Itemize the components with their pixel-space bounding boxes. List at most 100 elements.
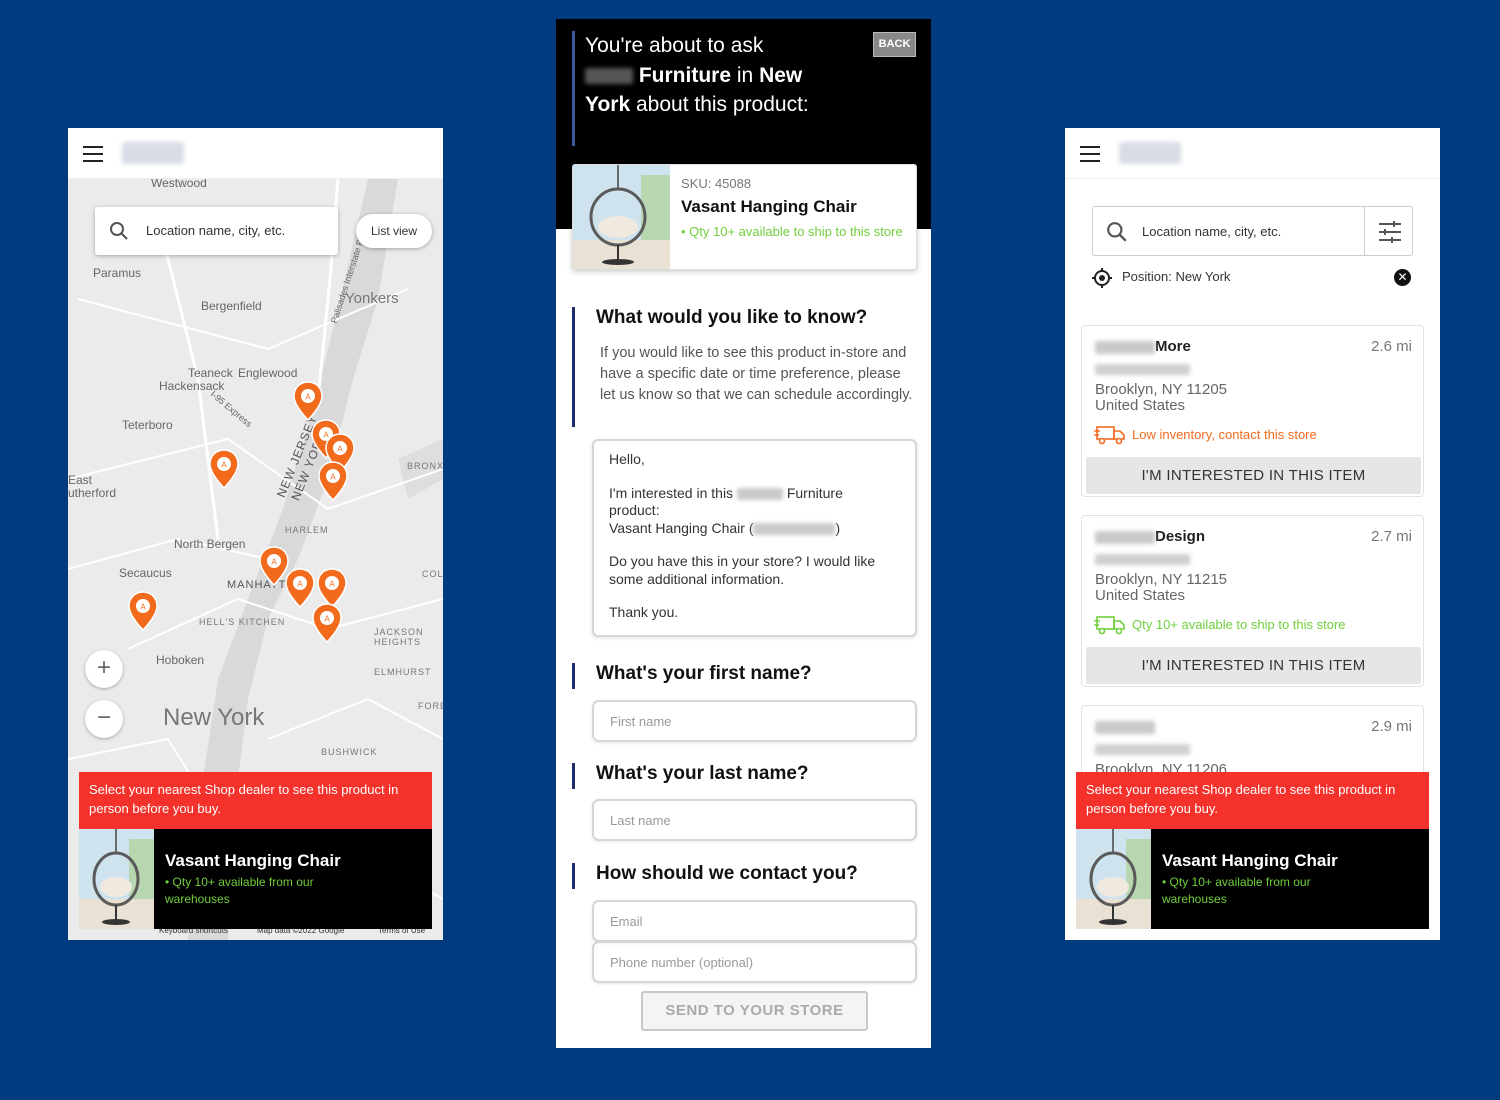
product-thumbnail — [79, 829, 154, 929]
message-line-3: Do you have this in your store? I would … — [609, 553, 876, 587]
delivery-truck-icon — [1094, 616, 1125, 635]
map-label: North Bergen — [174, 537, 246, 551]
svg-text:A: A — [271, 558, 277, 567]
map-screen: Westwood Paramus Bergenfield Yonkers Tea… — [68, 128, 443, 940]
product-banner[interactable]: Vasant Hanging Chair • Qty 10+ available… — [79, 829, 432, 929]
map-label: Paramus — [93, 266, 142, 280]
store-brand: Furniture — [638, 63, 732, 87]
store-pin-icon[interactable]: A — [312, 603, 342, 644]
map-label: HARLEM — [285, 525, 329, 535]
map-label: Secaucus — [119, 566, 172, 580]
store-card[interactable]: More 2.6 mi Brooklyn, NY 11205 United State… — [1081, 325, 1424, 497]
store-pin-icon[interactable]: A — [317, 568, 347, 609]
map-label: East utherford — [68, 473, 117, 500]
map-label: COL — [422, 569, 443, 579]
top-bar — [1065, 128, 1440, 179]
inquiry-form-screen: You're about to ask Furniture in New Yor… — [556, 19, 931, 1048]
map-label: Westwood — [151, 179, 207, 190]
message-text: product: — [609, 502, 660, 518]
list-view-button[interactable]: List view — [356, 214, 432, 248]
brand-logo[interactable] — [122, 142, 184, 164]
interested-button[interactable]: I'M INTERESTED IN THIS ITEM — [1086, 647, 1421, 684]
section-bar — [572, 307, 575, 427]
redacted-brand — [736, 487, 783, 500]
availability-text: • Qty 10+ available to ship to this stor… — [681, 224, 903, 239]
accent-bar — [572, 31, 575, 146]
redacted-street-address — [1095, 554, 1190, 565]
message-text: ) — [835, 519, 841, 536]
availability-text: • Qty 10+ available from our warehouses — [165, 875, 314, 906]
map-search-field[interactable]: Location name, city, etc. — [95, 207, 338, 255]
message-text: Furniture — [786, 484, 843, 501]
store-distance: 2.7 mi — [1371, 528, 1412, 545]
map-label: BUSHWICK — [321, 747, 378, 757]
brand-logo[interactable] — [1119, 142, 1181, 164]
search-icon — [1107, 222, 1127, 242]
store-pin-icon[interactable]: A — [285, 568, 315, 609]
map-label: Bergenfield — [201, 299, 262, 313]
svg-text:A: A — [221, 461, 227, 470]
map-label: ELMHURST — [374, 667, 432, 677]
redacted-store-name — [1095, 530, 1155, 544]
section-bar — [572, 663, 575, 689]
question-help-text: If you would like to see this product in… — [600, 345, 913, 403]
store-distance: 2.9 mi — [1371, 718, 1412, 735]
section-bar — [572, 763, 575, 789]
availability-text: • Qty 10+ available from our warehouses — [1162, 875, 1311, 906]
search-placeholder: Location name, city, etc. — [1142, 224, 1282, 239]
product-sku: SKU: 45088 — [681, 176, 752, 191]
product-card: SKU: 45088 Vasant Hanging Chair • Qty 10… — [572, 164, 917, 270]
redacted-store-name — [1095, 720, 1155, 734]
store-search-field[interactable]: Location name, city, etc. — [1092, 206, 1413, 256]
filter-sliders-icon[interactable] — [1377, 220, 1403, 244]
svg-text:A: A — [324, 615, 330, 624]
store-pin-icon[interactable]: A — [128, 591, 158, 632]
location-target-icon — [1092, 268, 1112, 288]
map-label: HELL'S KITCHEN — [199, 617, 286, 627]
store-city: Brooklyn, NY 11205 United States — [1095, 382, 1227, 414]
hamburger-menu-icon[interactable] — [1080, 146, 1100, 162]
map-label: JACKSON HEIGHTS — [374, 627, 424, 647]
map-label: Teterboro — [122, 418, 173, 432]
svg-text:A: A — [330, 473, 336, 482]
ask-heading: You're about to ask Furniture in New Yor… — [585, 31, 845, 120]
dealer-banner-message: Select your nearest Shop dealer to see t… — [79, 772, 432, 829]
svg-text:A: A — [297, 580, 303, 589]
message-thanks: Thank you. — [609, 604, 679, 620]
store-pin-icon[interactable]: A — [293, 381, 323, 422]
store-name: More — [1095, 338, 1191, 355]
store-name-text: More — [1155, 338, 1191, 355]
message-textarea[interactable]: Hello, I'm interested in this Furniture p… — [592, 439, 917, 637]
first-name-input[interactable]: First name — [592, 700, 917, 742]
message-line-2: Vasant Hanging Chair () — [609, 520, 900, 538]
search-placeholder: Location name, city, etc. — [146, 223, 286, 238]
svg-text:A: A — [337, 445, 343, 454]
interested-button[interactable]: I'M INTERESTED IN THIS ITEM — [1086, 457, 1421, 494]
question-last-section: What's your last name? — [572, 763, 917, 793]
map-label: FORE — [418, 701, 443, 711]
back-button[interactable]: BACK — [873, 32, 916, 57]
question-heading: How should we contact you? — [596, 863, 858, 884]
send-to-store-button[interactable]: SEND TO YOUR STORE — [641, 991, 868, 1031]
store-pin-icon[interactable]: A — [209, 449, 239, 490]
last-name-input[interactable]: Last name — [592, 799, 917, 841]
map-label: Yonkers — [345, 290, 399, 307]
zoom-out-button[interactable]: − — [85, 700, 123, 738]
email-input[interactable]: Email — [592, 900, 917, 942]
hamburger-menu-icon[interactable] — [83, 146, 103, 162]
zoom-in-button[interactable]: + — [85, 650, 123, 688]
store-pin-icon[interactable]: A — [318, 461, 348, 502]
search-icon — [110, 222, 128, 240]
section-bar — [572, 863, 575, 889]
store-inventory-status: Qty 10+ available to ship to this store — [1132, 617, 1346, 632]
product-thumbnail — [573, 165, 670, 269]
store-distance: 2.6 mi — [1371, 338, 1412, 355]
ask-in: in — [736, 63, 754, 87]
clear-position-icon[interactable]: ✕ — [1394, 269, 1411, 286]
delivery-truck-icon — [1094, 426, 1125, 445]
divider — [1364, 207, 1365, 255]
phone-input[interactable]: Phone number (optional) — [592, 941, 917, 983]
store-city-line: Brooklyn, NY 11205 — [1095, 381, 1228, 398]
product-banner[interactable]: Vasant Hanging Chair • Qty 10+ available… — [1076, 829, 1429, 929]
store-card[interactable]: Design 2.7 mi Brooklyn, NY 11215 United Sta… — [1081, 515, 1424, 687]
